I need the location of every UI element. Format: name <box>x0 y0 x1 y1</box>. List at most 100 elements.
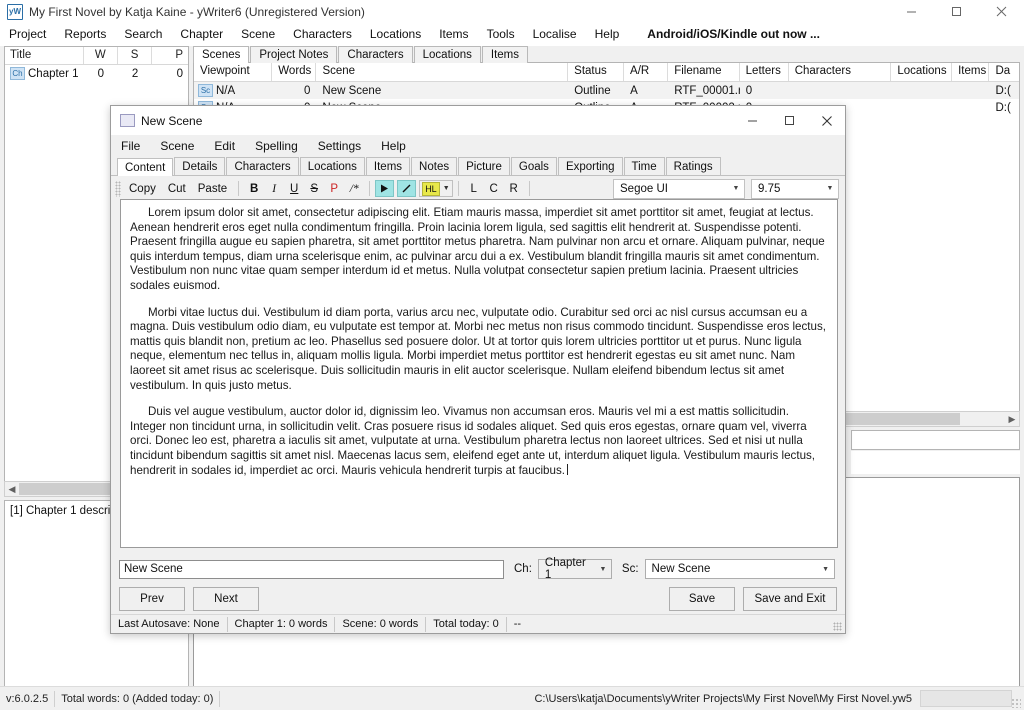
dialog-menu-help[interactable]: Help <box>371 136 416 156</box>
tab-locations[interactable]: Locations <box>413 46 481 63</box>
font-size-select[interactable]: 9.75 ▼ <box>751 178 839 199</box>
cut-button[interactable]: Cut <box>162 181 192 197</box>
scroll-right-icon[interactable]: ▶ <box>1005 414 1019 425</box>
toolbar-grip-icon[interactable] <box>115 180 121 197</box>
column-locations[interactable]: Locations <box>891 63 953 81</box>
column-status[interactable]: Status <box>568 63 625 81</box>
tab-ratings[interactable]: Ratings <box>665 157 721 175</box>
column-viewpoint[interactable]: Viewpoint <box>194 63 273 81</box>
dialog-menu-settings[interactable]: Settings <box>308 136 371 156</box>
column-words[interactable]: Words <box>272 63 317 81</box>
column-items[interactable]: Items <box>952 63 990 81</box>
tab-exporting[interactable]: Exporting <box>557 157 623 175</box>
tab-characters[interactable]: Characters <box>338 46 413 63</box>
tab-goals[interactable]: Goals <box>510 157 557 175</box>
column-filename[interactable]: Filename <box>668 63 740 81</box>
scene-description-field[interactable] <box>851 430 1020 450</box>
scene-status: Outline <box>574 84 611 97</box>
menu-reports[interactable]: Reports <box>55 24 115 44</box>
chevron-down-icon[interactable]: ▼ <box>818 566 834 573</box>
comment-button[interactable]: /* <box>344 180 364 198</box>
chapter-s: 2 <box>131 67 139 80</box>
chevron-down-icon[interactable]: ▼ <box>595 566 611 573</box>
scene-text-editor[interactable]: Lorem ipsum dolor sit amet, consectetur … <box>120 199 838 548</box>
menu-locations[interactable]: Locations <box>361 24 430 44</box>
column-ar[interactable]: A/R <box>624 63 669 81</box>
menu-items[interactable]: Items <box>430 24 477 44</box>
column-p[interactable]: P <box>152 47 188 64</box>
tab-content[interactable]: Content <box>117 158 174 176</box>
tab-notes[interactable]: Notes <box>411 157 458 175</box>
chevron-down-icon[interactable]: ▼ <box>728 185 744 192</box>
minimize-icon[interactable] <box>889 0 934 23</box>
save-and-exit-button[interactable]: Save and Exit <box>743 587 837 611</box>
column-scene[interactable]: Scene <box>316 63 569 81</box>
main-window-controls <box>889 0 1024 23</box>
menu-chapter[interactable]: Chapter <box>171 24 232 44</box>
tab-details[interactable]: Details <box>174 157 226 175</box>
scene-icon: Sc <box>198 84 213 97</box>
pen-icon[interactable] <box>397 180 417 197</box>
menu-localise[interactable]: Localise <box>524 24 586 44</box>
underline-button[interactable]: U <box>284 180 304 198</box>
maximize-icon[interactable] <box>771 106 808 135</box>
highlight-label: HL <box>422 181 440 196</box>
menu-scene[interactable]: Scene <box>232 24 284 44</box>
tab-time[interactable]: Time <box>623 157 665 175</box>
resize-grip-icon[interactable] <box>1011 698 1021 708</box>
menu-characters[interactable]: Characters <box>284 24 361 44</box>
scene-select[interactable]: New Scene ▼ <box>644 559 835 579</box>
strikethrough-button[interactable]: S <box>304 180 324 198</box>
minimize-icon[interactable] <box>734 106 771 135</box>
tab-locations[interactable]: Locations <box>299 157 365 175</box>
italic-button[interactable]: I <box>264 180 284 198</box>
chevron-down-icon[interactable]: ▼ <box>443 185 450 192</box>
menu-search[interactable]: Search <box>115 24 171 44</box>
resize-grip-icon[interactable] <box>833 622 842 631</box>
tab-scenes[interactable]: Scenes <box>193 46 250 63</box>
maximize-icon[interactable] <box>934 0 979 23</box>
paste-button[interactable]: Paste <box>192 181 233 197</box>
column-date[interactable]: Da <box>989 63 1019 81</box>
column-w[interactable]: W <box>84 47 118 64</box>
chapter-select[interactable]: Chapter 1 ▼ <box>537 557 612 581</box>
play-icon[interactable] <box>375 180 395 197</box>
scene-title-input[interactable]: New Scene <box>119 559 504 579</box>
table-row[interactable]: Ch Chapter 1 0 2 0 <box>5 65 188 82</box>
prev-button[interactable]: Prev <box>119 587 185 611</box>
application-window: My First Novel by Katja Kaine - yWriter6… <box>0 0 1024 710</box>
font-family-select[interactable]: Segoe UI ▼ <box>613 178 745 199</box>
column-characters[interactable]: Characters <box>789 63 892 81</box>
chevron-down-icon[interactable]: ▼ <box>822 185 838 192</box>
column-letters[interactable]: Letters <box>740 63 789 81</box>
align-left-button[interactable]: L <box>464 180 484 198</box>
next-button[interactable]: Next <box>193 587 259 611</box>
bold-button[interactable]: B <box>244 180 264 198</box>
dialog-menu-spelling[interactable]: Spelling <box>245 136 308 156</box>
tab-items[interactable]: Items <box>481 46 528 63</box>
paragraph-button[interactable]: P <box>324 180 344 198</box>
highlight-button[interactable]: HL ▼ <box>419 180 453 197</box>
menu-help[interactable]: Help <box>586 24 629 44</box>
menu-tools[interactable]: Tools <box>478 24 524 44</box>
align-center-button[interactable]: C <box>484 180 504 198</box>
dialog-menu-scene[interactable]: Scene <box>150 136 204 156</box>
align-right-button[interactable]: R <box>504 180 524 198</box>
column-s[interactable]: S <box>118 47 153 64</box>
menu-project[interactable]: Project <box>0 24 55 44</box>
dialog-menu-file[interactable]: File <box>111 136 150 156</box>
table-row[interactable]: Sc N/A 0 New Scene Outline A RTF_00001.r… <box>194 82 1019 99</box>
promo-link[interactable]: Android/iOS/Kindle out now ... <box>638 24 829 44</box>
column-title[interactable]: Title <box>5 47 84 64</box>
close-icon[interactable] <box>979 0 1024 23</box>
copy-button[interactable]: Copy <box>123 181 162 197</box>
close-icon[interactable] <box>808 106 845 135</box>
save-button[interactable]: Save <box>669 587 735 611</box>
scroll-left-icon[interactable]: ◀ <box>5 484 19 495</box>
tab-project-notes[interactable]: Project Notes <box>250 46 338 63</box>
dialog-menu-edit[interactable]: Edit <box>204 136 245 156</box>
tab-items[interactable]: Items <box>365 157 411 175</box>
text-caret <box>566 463 568 475</box>
tab-characters[interactable]: Characters <box>226 157 299 175</box>
tab-picture[interactable]: Picture <box>458 157 510 175</box>
